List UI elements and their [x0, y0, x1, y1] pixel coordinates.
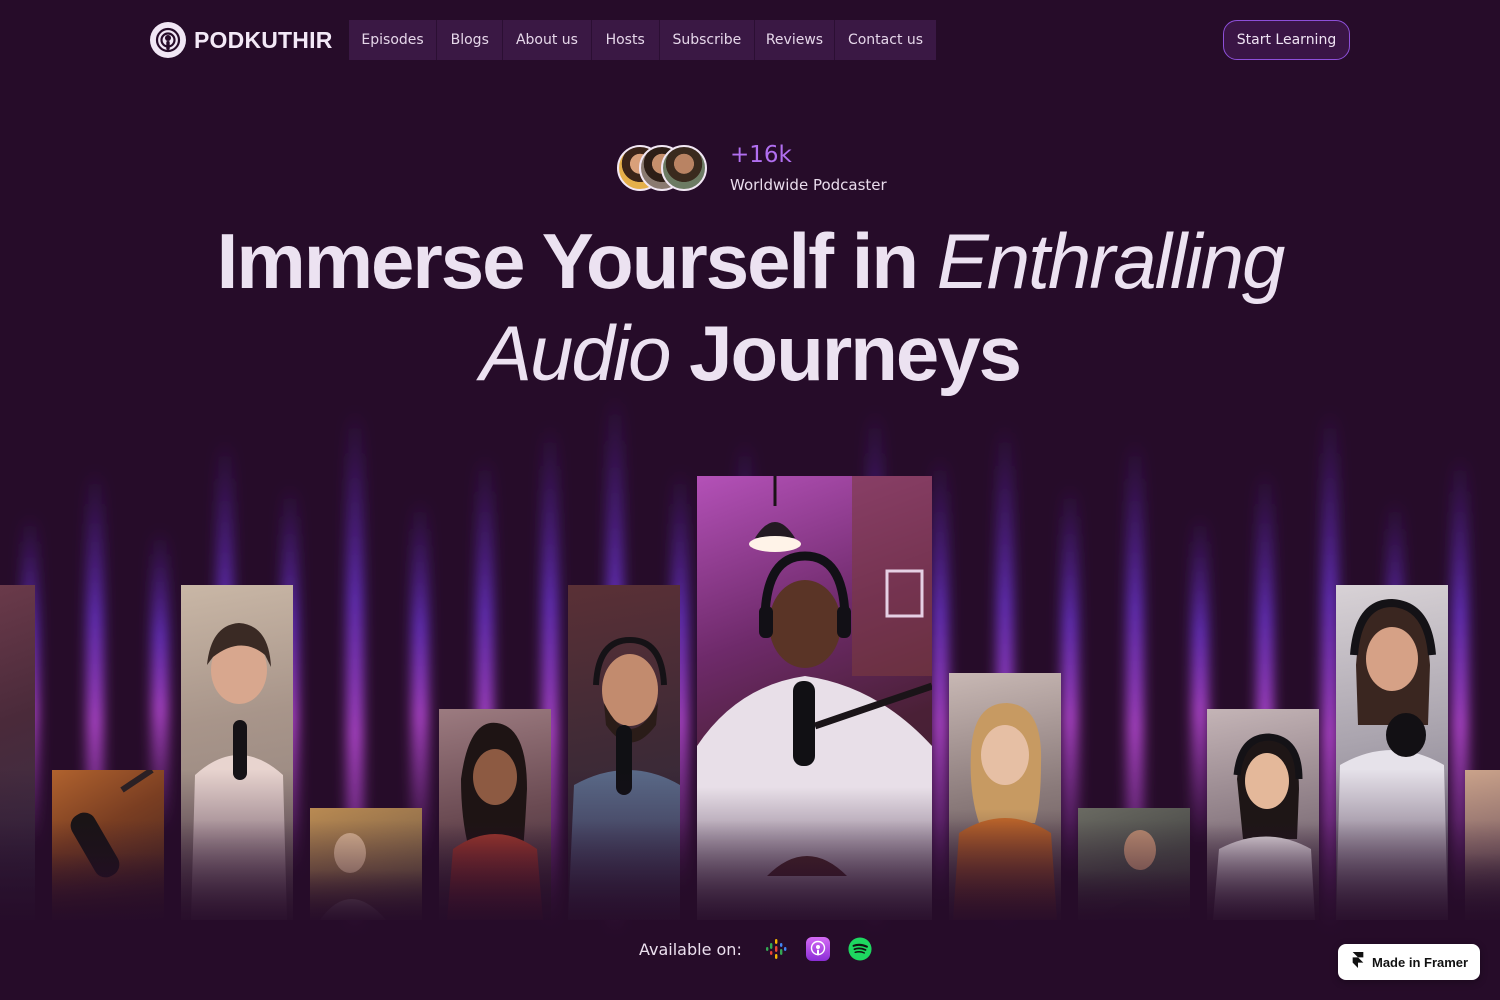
start-learning-button[interactable]: Start Learning — [1223, 20, 1350, 60]
headline-part-2: Enthralling — [936, 217, 1286, 305]
apple-podcasts-icon[interactable] — [805, 937, 830, 961]
podcaster-label: Worldwide Podcaster — [730, 176, 887, 194]
made-in-framer-badge[interactable]: Made in Framer — [1338, 944, 1480, 980]
headline-part-1: Immerse Yourself in — [216, 217, 919, 305]
framer-badge-label: Made in Framer — [1372, 954, 1469, 970]
framer-icon — [1352, 952, 1364, 972]
brand-logo[interactable]: PODKUTHIR — [150, 22, 333, 58]
visualizer-bar — [413, 500, 427, 860]
visualizer-bar — [1063, 485, 1077, 875]
podcaster-avatars — [617, 145, 709, 191]
brand-name: PODKUTHIR — [194, 26, 333, 53]
nav-item-subscribe[interactable]: Subscribe — [660, 20, 755, 60]
nav-item-episodes[interactable]: Episodes — [349, 20, 438, 60]
nav-item-hosts[interactable]: Hosts — [592, 20, 660, 60]
bottom-fade — [0, 820, 1500, 940]
available-on: Available on: — [639, 937, 872, 961]
main-nav: Episodes Blogs About us Hosts Subscribe … — [349, 20, 936, 60]
podcaster-count: +16k — [730, 142, 792, 168]
visualizer-bar — [1193, 515, 1207, 845]
nav-item-blogs[interactable]: Blogs — [437, 20, 504, 60]
avatar — [661, 145, 707, 191]
nav-item-contact-us[interactable]: Contact us — [835, 20, 936, 60]
spotify-icon[interactable] — [848, 937, 872, 961]
available-label: Available on: — [639, 939, 742, 959]
google-podcasts-icon[interactable] — [764, 937, 788, 961]
nav-item-reviews[interactable]: Reviews — [755, 20, 836, 60]
nav-item-about-us[interactable]: About us — [503, 20, 592, 60]
podcast-icon — [150, 22, 186, 58]
